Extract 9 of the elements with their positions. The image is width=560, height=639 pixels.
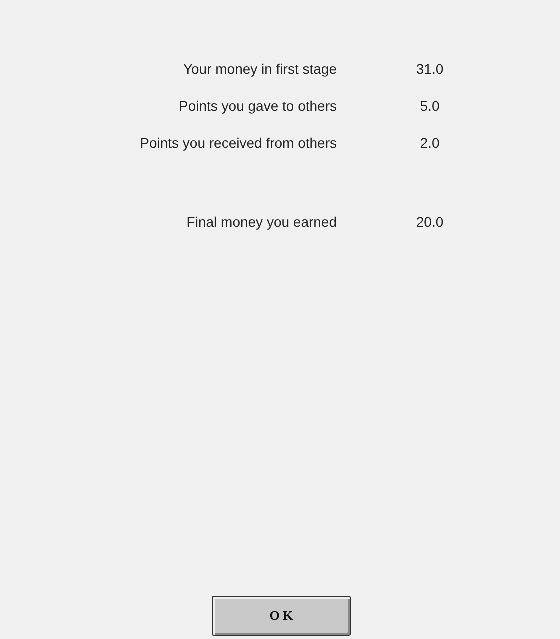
row-value: 31.0: [415, 60, 445, 79]
row-label: Final money you earned: [186, 213, 337, 232]
row-value: 20.0: [415, 213, 445, 232]
row-label: Points you gave to others: [178, 97, 337, 116]
row-label: Your money in first stage: [182, 60, 337, 79]
row-value: 2.0: [419, 134, 441, 153]
ok-button[interactable]: O K: [212, 596, 351, 636]
row-label: Points you received from others: [139, 134, 337, 153]
row-value: 5.0: [419, 97, 441, 116]
